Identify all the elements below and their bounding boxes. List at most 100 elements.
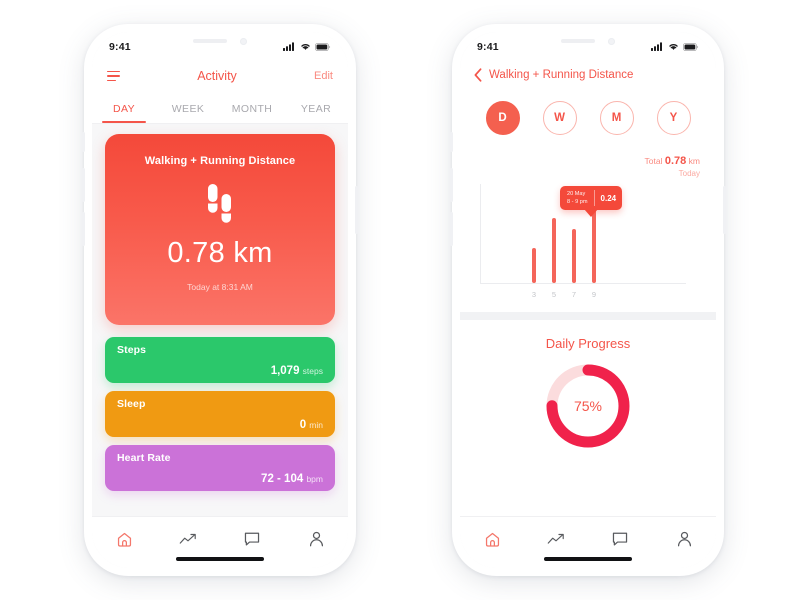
tab-profile[interactable] (296, 527, 336, 551)
x-tick-3: 3 (531, 290, 537, 299)
stat-unit: steps (302, 366, 323, 376)
stat-value: 0 (299, 419, 307, 431)
x-tick-9: 9 (591, 290, 597, 299)
hamburger-menu-icon[interactable] (107, 70, 120, 82)
person-icon (677, 531, 691, 547)
front-camera (240, 37, 247, 45)
tooltip-text: 20 May 8 - 9 pm (567, 190, 588, 206)
range-month[interactable]: M (599, 101, 634, 135)
card-title: Walking + Running Distance (144, 155, 296, 167)
total-value: 0.78 (664, 155, 687, 167)
chat-bubble-icon (244, 532, 260, 545)
phone1-screen: 9:41 Activity Edit DAY WEEK MONTH YEAR W… (92, 32, 348, 568)
stat-value: 1,079 (270, 365, 300, 377)
volume-up-button[interactable] (450, 168, 453, 202)
progress-ring: 75% (542, 360, 634, 452)
power-button[interactable] (355, 186, 358, 234)
home-indicator[interactable] (544, 557, 632, 561)
navigation-bar: Activity Edit (92, 58, 348, 94)
home-indicator[interactable] (176, 557, 264, 561)
cellular-bars-icon (283, 42, 294, 51)
status-icons (283, 42, 331, 51)
stat-value-group: 0 min (300, 419, 323, 431)
daily-progress-title: Daily Progress (545, 336, 631, 351)
stat-value-group: 1,079 steps (271, 365, 323, 377)
tab-day[interactable]: DAY (92, 94, 156, 123)
page-title: Activity (197, 69, 237, 83)
wifi-icon (669, 44, 678, 50)
phone2-screen: 9:41 Walking + Running Distance D W M Y … (460, 32, 716, 568)
bar-3[interactable] (532, 248, 536, 283)
stat-label: Heart Rate (117, 452, 171, 464)
range-selector: D W M Y (460, 92, 716, 144)
total-unit: km (688, 156, 700, 166)
device-notch (164, 32, 276, 53)
power-button[interactable] (723, 186, 726, 234)
tooltip-divider (593, 190, 595, 207)
y-axis (480, 184, 481, 284)
home-icon (117, 532, 131, 547)
tab-year[interactable]: YEAR (284, 94, 348, 123)
stat-label: Steps (117, 344, 147, 356)
tab-trends[interactable] (536, 527, 576, 551)
screenshot-stage: 9:41 Activity Edit DAY WEEK MONTH YEAR W… (0, 0, 800, 600)
status-time: 9:41 (109, 40, 131, 53)
stat-row-heart-rate[interactable]: Heart Rate 72 - 104 bpm (105, 445, 335, 491)
edit-button[interactable]: Edit (314, 70, 333, 82)
tab-messages[interactable] (232, 527, 272, 551)
earpiece-speaker (561, 39, 595, 43)
x-axis (480, 283, 686, 284)
range-day[interactable]: D (485, 101, 520, 135)
volume-up-button[interactable] (82, 168, 85, 202)
battery-icon (315, 42, 331, 51)
volume-down-button[interactable] (82, 212, 85, 246)
mute-switch[interactable] (82, 132, 85, 152)
progress-percent: 75% (573, 398, 603, 414)
walking-running-distance-card[interactable]: Walking + Running Distance 0.78 km Today… (105, 134, 335, 325)
front-camera (608, 37, 615, 45)
stat-unit: min (309, 420, 323, 430)
trending-up-icon (179, 533, 196, 544)
navigation-bar: Walking + Running Distance (460, 58, 716, 92)
mute-switch[interactable] (450, 132, 453, 152)
chart-tooltip: 20 May 8 - 9 pm 0.24 (560, 186, 623, 211)
bar-5[interactable] (552, 217, 556, 283)
stat-value: 72 - 104 (261, 473, 304, 485)
stat-value-group: 72 - 104 bpm (261, 473, 323, 485)
stat-label: Sleep (117, 398, 146, 410)
stat-row-sleep[interactable]: Sleep 0 min (105, 391, 335, 437)
bar-chart[interactable]: 3 5 7 9 20 May 8 - 9 pm 0.24 (480, 184, 696, 302)
phone-device-activity: 9:41 Activity Edit DAY WEEK MONTH YEAR W… (82, 24, 358, 576)
total-prefix: Total (644, 156, 663, 166)
page-title[interactable]: Walking + Running Distance (489, 69, 633, 81)
tab-profile[interactable] (664, 527, 704, 551)
volume-down-button[interactable] (450, 212, 453, 246)
phone-device-detail: 9:41 Walking + Running Distance D W M Y … (450, 24, 726, 576)
chat-bubble-icon (612, 532, 628, 545)
x-tick-7: 7 (571, 290, 577, 299)
total-period: Today (678, 168, 700, 178)
tab-home[interactable] (104, 527, 144, 551)
device-notch (532, 32, 644, 53)
card-subtitle: Today at 8:31 AM (187, 282, 253, 292)
status-icons (651, 42, 699, 51)
stat-unit: bpm (306, 474, 323, 484)
tab-home[interactable] (472, 527, 512, 551)
status-time: 9:41 (477, 40, 499, 53)
stat-row-steps[interactable]: Steps 1,079 steps (105, 337, 335, 383)
bar-7[interactable] (572, 229, 576, 283)
person-icon (309, 531, 323, 547)
home-icon (485, 532, 499, 547)
tooltip-time-range: 8 - 9 pm (567, 199, 588, 206)
battery-icon (683, 42, 699, 51)
tab-week[interactable]: WEEK (156, 94, 220, 123)
footprints-icon (208, 184, 231, 223)
tab-messages[interactable] (600, 527, 640, 551)
range-week[interactable]: W (542, 101, 577, 135)
tab-month[interactable]: MONTH (220, 94, 284, 123)
range-year[interactable]: Y (656, 101, 691, 135)
period-segmented-control: DAY WEEK MONTH YEAR (92, 94, 348, 124)
tab-trends[interactable] (168, 527, 208, 551)
chevron-left-icon[interactable] (474, 68, 482, 82)
wifi-icon (301, 44, 310, 50)
